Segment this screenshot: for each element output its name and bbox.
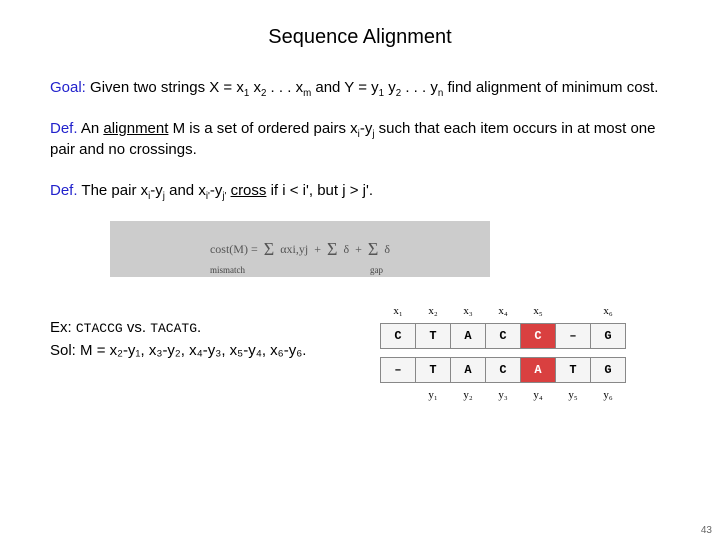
table-cell: x₃: [451, 299, 486, 324]
table-cell: C: [381, 324, 416, 349]
ex-lead: Ex:: [50, 319, 72, 336]
def1-lead: Def.: [50, 120, 78, 137]
sol-body: M = x₂-y₁, x₃-y₂, x₄-y₃, x₅-y₄, x₆-y₆.: [76, 342, 307, 359]
cost-formula: cost(M) = Σ αxi,yj + Σ δ + Σ δ mismatch …: [110, 221, 490, 277]
goal-text-c: find alignment of minimum cost.: [443, 79, 658, 96]
def2-text-b: and x: [165, 182, 206, 199]
sigma-icon: Σ: [368, 239, 378, 260]
table-cell: T: [416, 324, 451, 349]
table-cell: y₃: [486, 383, 521, 408]
example-block: Ex: CTACCG vs. TACATG. Sol: M = x₂-y₁, x…: [50, 317, 350, 362]
table-cell: [381, 383, 416, 408]
gap-label: gap: [370, 265, 383, 275]
table-cell: T: [556, 358, 591, 383]
ex-seq1: CTACCG: [76, 321, 123, 336]
table-cell: x₂: [416, 299, 451, 324]
sol-lead: Sol:: [50, 342, 76, 359]
page-title: Sequence Alignment: [50, 26, 670, 49]
def1-term: alignment: [103, 120, 168, 137]
table-cell: y₄: [521, 383, 556, 408]
table-cell: y₆: [591, 383, 626, 408]
table-cell: x₄: [486, 299, 521, 324]
alignment-table: x₁x₂x₃x₄x₅x₆ CTACC–G –TACATG y₁y₂y₃y₄y₅y…: [380, 299, 626, 407]
sigma-icon: Σ: [264, 239, 274, 260]
mismatch-label: mismatch: [210, 265, 245, 275]
plus-icon: +: [355, 242, 362, 257]
table-cell: A: [451, 324, 486, 349]
table-cell: y₂: [451, 383, 486, 408]
table-cell: y₅: [556, 383, 591, 408]
ex-seq2: TACATG: [150, 321, 197, 336]
table-cell: C: [521, 324, 556, 349]
ex-vs: vs.: [123, 319, 151, 336]
table-cell: –: [556, 324, 591, 349]
table-cell: x₁: [381, 299, 416, 324]
table-cell: y₁: [416, 383, 451, 408]
sigma-icon: Σ: [327, 239, 337, 260]
goal-lead: Goal:: [50, 79, 86, 96]
ex-dot: .: [197, 319, 201, 336]
page-number: 43: [701, 525, 712, 536]
table-cell: –: [381, 358, 416, 383]
plus-icon: +: [314, 242, 321, 257]
table-cell: x₅: [521, 299, 556, 324]
goal-paragraph: Goal: Given two strings X = x1 x2 . . . …: [50, 77, 670, 98]
table-cell: C: [486, 324, 521, 349]
formula-term3: δ: [384, 242, 390, 257]
def1-paragraph: Def. An alignment M is a set of ordered …: [50, 118, 670, 160]
table-cell: T: [416, 358, 451, 383]
def2-text-c: if i < i', but j > j'.: [266, 182, 373, 199]
table-cell: A: [451, 358, 486, 383]
goal-text-a: Given two strings X = x: [86, 79, 244, 96]
table-cell: G: [591, 324, 626, 349]
def2-lead: Def.: [50, 182, 78, 199]
table-cell: x₆: [591, 299, 626, 324]
table-cell: [556, 299, 591, 324]
def2-term: cross: [231, 182, 267, 199]
def2-paragraph: Def. The pair xi-yj and xi'-yj' cross if…: [50, 180, 670, 201]
table-cell: A: [521, 358, 556, 383]
def1-text-a: An: [78, 120, 104, 137]
formula-term2: δ: [343, 242, 349, 257]
table-cell: G: [591, 358, 626, 383]
goal-text-b: and Y = y: [311, 79, 378, 96]
table-cell: C: [486, 358, 521, 383]
formula-lhs: cost(M) =: [210, 242, 258, 257]
def1-text-b: M is a set of ordered pairs x: [168, 120, 357, 137]
def2-text-a: The pair x: [78, 182, 149, 199]
formula-term1: αxi,yj: [280, 242, 308, 257]
